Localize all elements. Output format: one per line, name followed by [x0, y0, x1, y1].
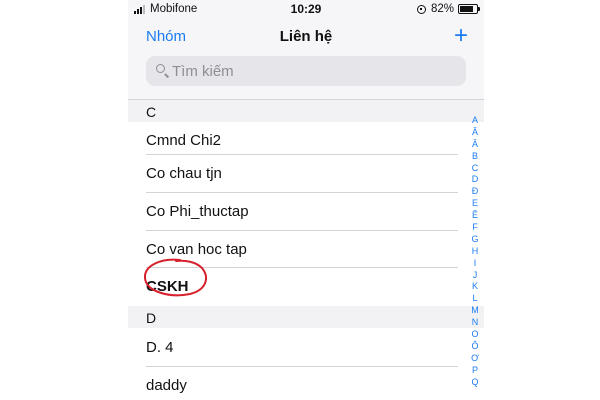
navigation-bar: Nhóm Liên hệ + — [128, 22, 484, 52]
index-letter[interactable]: Ơ — [468, 352, 482, 364]
index-letter[interactable]: Ô — [468, 340, 482, 352]
section-header-c: C — [128, 100, 484, 122]
index-letter[interactable]: Đ — [468, 185, 482, 197]
index-letter[interactable]: J — [468, 269, 482, 281]
index-letter[interactable]: A — [468, 114, 482, 126]
contact-row-cskh[interactable]: CSKH — [128, 268, 458, 306]
section-header-d: D — [128, 306, 484, 328]
index-letter[interactable]: M — [468, 304, 482, 316]
index-letter[interactable]: L — [468, 292, 482, 304]
add-contact-button[interactable]: + — [454, 24, 468, 48]
index-letter[interactable]: Ê — [468, 209, 482, 221]
index-letter[interactable]: Q — [468, 376, 482, 388]
index-letter[interactable]: D — [468, 173, 482, 185]
index-letter[interactable]: E — [468, 197, 482, 209]
contact-row[interactable]: daddy — [128, 367, 458, 400]
index-letter[interactable]: P — [468, 364, 482, 376]
index-letter[interactable]: F — [468, 221, 482, 233]
battery-icon — [458, 4, 480, 14]
search-icon — [156, 64, 165, 73]
battery-percent: 82% — [430, 3, 454, 15]
contact-row[interactable]: Co chau tjn — [128, 155, 458, 193]
index-letter[interactable]: H — [468, 245, 482, 257]
contact-row[interactable]: Co Phi_thuctap — [128, 193, 458, 231]
status-right: 82% — [416, 3, 480, 15]
index-letter[interactable]: K — [468, 280, 482, 292]
contacts-screen: Mobifone 10:29 82% Nhóm Liên hệ + C Cmnd… — [128, 0, 484, 400]
index-letter[interactable]: C — [468, 162, 482, 174]
page-title: Liên hệ — [279, 28, 333, 45]
index-letter[interactable]: Ă — [468, 126, 482, 138]
index-letter[interactable]: Â — [468, 138, 482, 150]
search-bar[interactable] — [146, 56, 466, 86]
index-letter[interactable]: I — [468, 257, 482, 269]
index-letter[interactable]: G — [468, 233, 482, 245]
alphabet-index[interactable]: AĂÂBCDĐEÊFGHIJKLMNOÔƠPQ — [468, 114, 482, 387]
index-letter[interactable]: O — [468, 328, 482, 340]
contact-row[interactable]: D. 4 — [128, 329, 458, 367]
index-letter[interactable]: N — [468, 316, 482, 328]
index-letter[interactable]: B — [468, 150, 482, 162]
rotation-lock-icon — [416, 4, 426, 14]
contact-row[interactable]: Co van hoc tap — [128, 231, 458, 269]
search-input[interactable] — [172, 60, 452, 82]
status-bar: Mobifone 10:29 82% — [128, 0, 484, 20]
